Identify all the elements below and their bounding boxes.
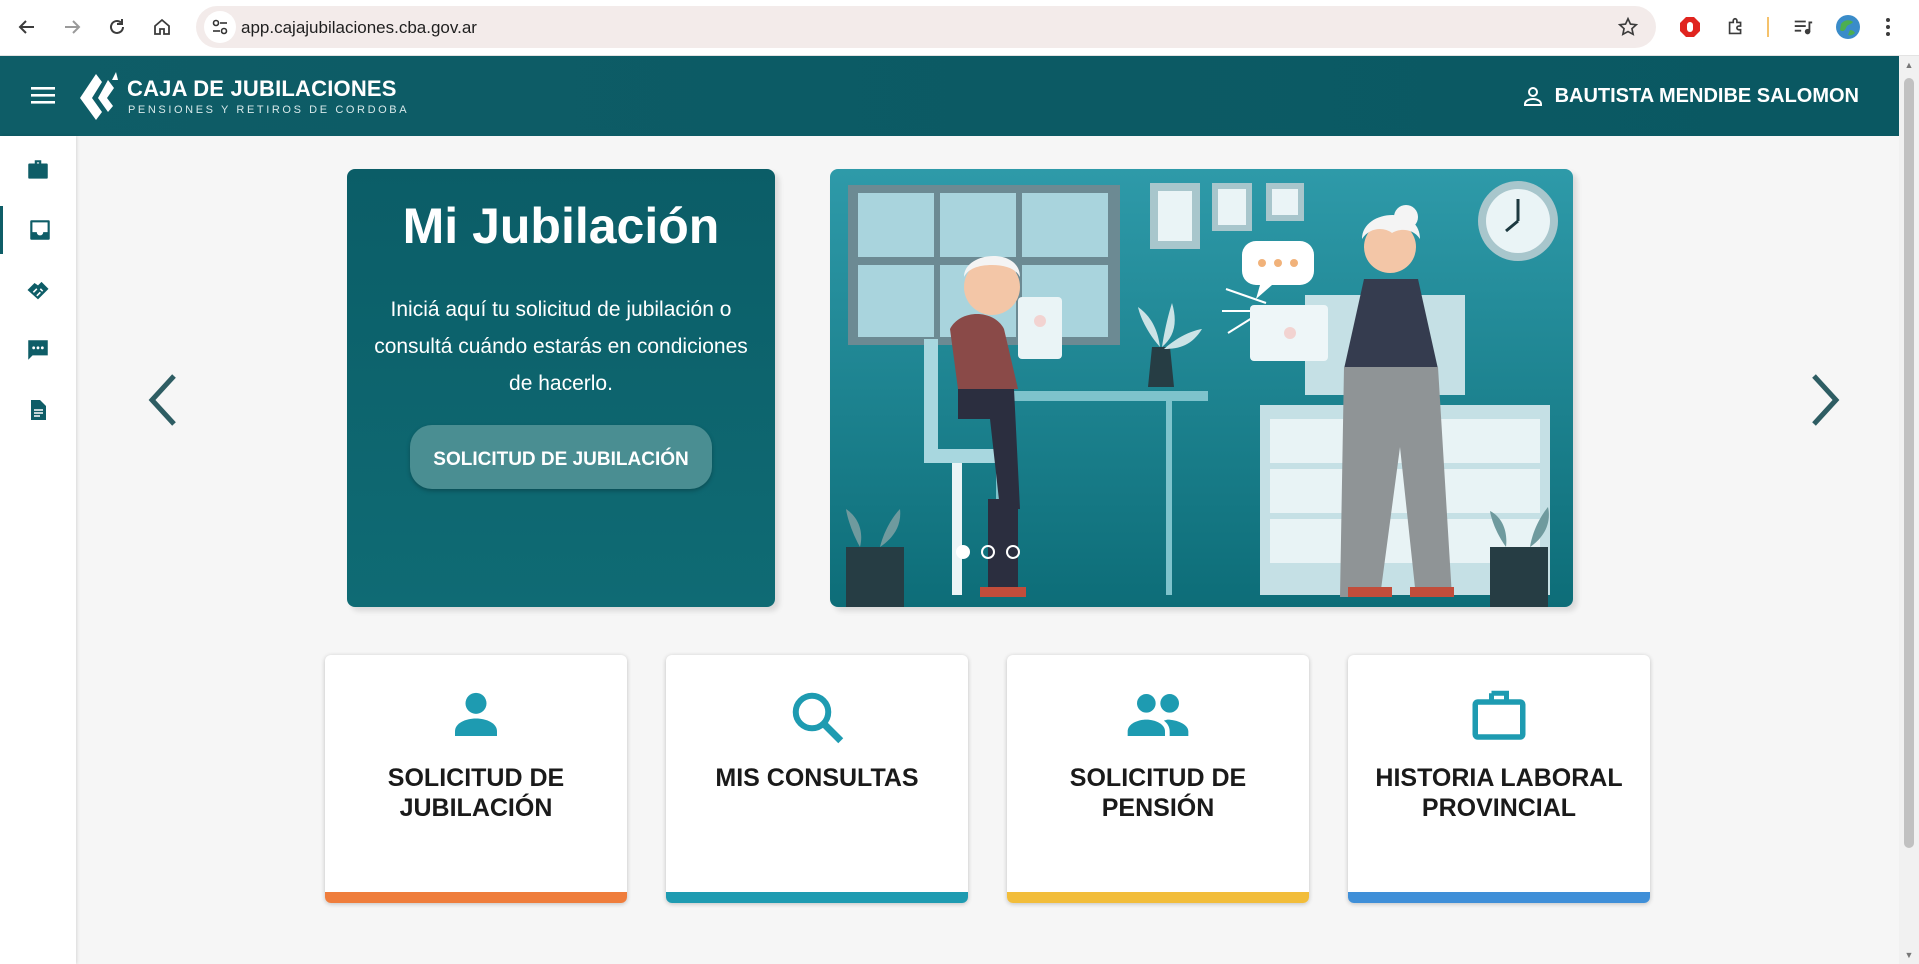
media-control-button[interactable]	[1789, 13, 1817, 41]
sidebar-item-briefcase[interactable]	[0, 146, 76, 194]
people-icon	[1127, 694, 1189, 736]
slide-title: Mi Jubilación	[402, 198, 720, 254]
extension-adblock-button[interactable]	[1676, 13, 1704, 41]
retirement-illustration	[830, 169, 1573, 607]
search-icon	[792, 692, 844, 744]
address-bar[interactable]: app.cajajubilaciones.cba.gov.ar	[196, 6, 1656, 48]
user-menu[interactable]: BAUTISTA MENDIBE SALOMON	[1521, 84, 1859, 108]
scroll-thumb[interactable]	[1904, 78, 1914, 848]
carousel-slide-card: Mi Jubilación Iniciá aquí tu solicitud d…	[347, 169, 775, 607]
sidebar-item-documents[interactable]	[0, 386, 76, 434]
card-accent-bar	[1348, 892, 1650, 903]
user-outline-icon	[1523, 87, 1542, 106]
home-button[interactable]	[146, 11, 178, 43]
browser-menu-button[interactable]	[1878, 13, 1898, 41]
card-icon-wrap	[1007, 687, 1309, 749]
handshake-icon	[27, 281, 49, 300]
carousel-next-button[interactable]	[1804, 372, 1844, 428]
tune-icon	[212, 19, 228, 35]
hamburger-icon	[31, 87, 55, 104]
sidebar-item-messages[interactable]	[0, 326, 76, 374]
card-label: SOLICITUD DE PENSIÓN	[1069, 764, 1247, 822]
card-icon-wrap	[325, 687, 627, 749]
back-button[interactable]	[11, 11, 43, 43]
more-vert-icon	[1886, 18, 1890, 36]
puzzle-icon	[1728, 17, 1742, 35]
carousel-dot-3[interactable]	[1006, 545, 1020, 559]
browser-toolbar: app.cajajubilaciones.cba.gov.ar	[0, 0, 1919, 56]
toolbar-separator	[1767, 17, 1769, 37]
carousel-dot-2[interactable]	[981, 545, 995, 559]
page-scrollbar[interactable]: ▲ ▼	[1899, 56, 1919, 964]
document-icon	[31, 400, 46, 420]
reload-icon	[110, 19, 124, 34]
carousel-indicators	[956, 545, 1020, 559]
star-icon	[1617, 16, 1639, 36]
stop-hand-icon	[1680, 17, 1700, 37]
card-label: MIS CONSULTAS	[715, 764, 919, 792]
queue-music-icon	[1794, 20, 1813, 35]
logo-title: CAJA DE JUBILACIONES	[127, 76, 397, 101]
chat-icon	[28, 340, 48, 360]
chevron-right-icon	[1812, 374, 1840, 426]
card-icon-wrap	[666, 687, 968, 749]
forward-arrow-icon	[65, 20, 81, 34]
extensions-button[interactable]	[1722, 13, 1750, 41]
site-info-button[interactable]	[204, 11, 236, 43]
card-historia-laboral[interactable]: HISTORIA LABORAL PROVINCIAL	[1348, 655, 1650, 903]
card-accent-bar	[666, 892, 968, 903]
sidebar-item-handshake[interactable]	[0, 266, 76, 314]
globe-avatar-icon	[1836, 15, 1860, 39]
user-name: BAUTISTA MENDIBE SALOMON	[1554, 84, 1859, 107]
carousel-prev-button[interactable]	[144, 372, 184, 428]
card-mis-consultas[interactable]: MIS CONSULTAS	[666, 655, 968, 903]
url-text: app.cajajubilaciones.cba.gov.ar	[241, 18, 477, 37]
app-header: CAJA DE JUBILACIONES PENSIONES Y RETIROS…	[0, 56, 1899, 136]
bookmark-star-button[interactable]	[1616, 15, 1640, 39]
card-solicitud-pension[interactable]: SOLICITUD DE PENSIÓN	[1007, 655, 1309, 903]
card-label: HISTORIA LABORAL PROVINCIAL	[1375, 764, 1623, 822]
scroll-down-icon[interactable]: ▼	[1904, 950, 1914, 960]
solicitud-jubilacion-button[interactable]: SOLICITUD DE JUBILACIÓN	[410, 425, 712, 489]
menu-toggle-button[interactable]	[30, 83, 58, 109]
profile-avatar[interactable]	[1834, 13, 1862, 41]
card-icon-wrap	[1348, 687, 1650, 749]
home-icon	[154, 18, 170, 35]
logo-icon	[80, 72, 118, 120]
inbox-icon	[29, 220, 50, 240]
briefcase-icon	[28, 160, 48, 179]
card-accent-bar	[325, 892, 627, 903]
person-icon	[455, 692, 497, 736]
back-arrow-icon	[18, 20, 34, 34]
card-solicitud-jubilacion[interactable]: SOLICITUD DE JUBILACIÓN	[325, 655, 627, 903]
card-label: SOLICITUD DE JUBILACIÓN	[387, 764, 565, 822]
reload-button[interactable]	[101, 11, 133, 43]
carousel-dot-1[interactable]	[956, 545, 970, 559]
sidebar-rail	[0, 136, 76, 964]
office-scene-illustration	[830, 169, 1573, 607]
card-accent-bar	[1007, 892, 1309, 903]
slide-text: Iniciá aquí tu solicitud de jubilación o…	[374, 298, 748, 395]
work-icon	[1472, 690, 1526, 740]
logo-subtitle: PENSIONES Y RETIROS DE CORDOBA	[128, 104, 410, 116]
chevron-left-icon	[148, 374, 176, 426]
forward-button[interactable]	[56, 11, 88, 43]
scroll-up-icon[interactable]: ▲	[1904, 60, 1914, 70]
sidebar-item-inbox[interactable]	[0, 206, 76, 254]
